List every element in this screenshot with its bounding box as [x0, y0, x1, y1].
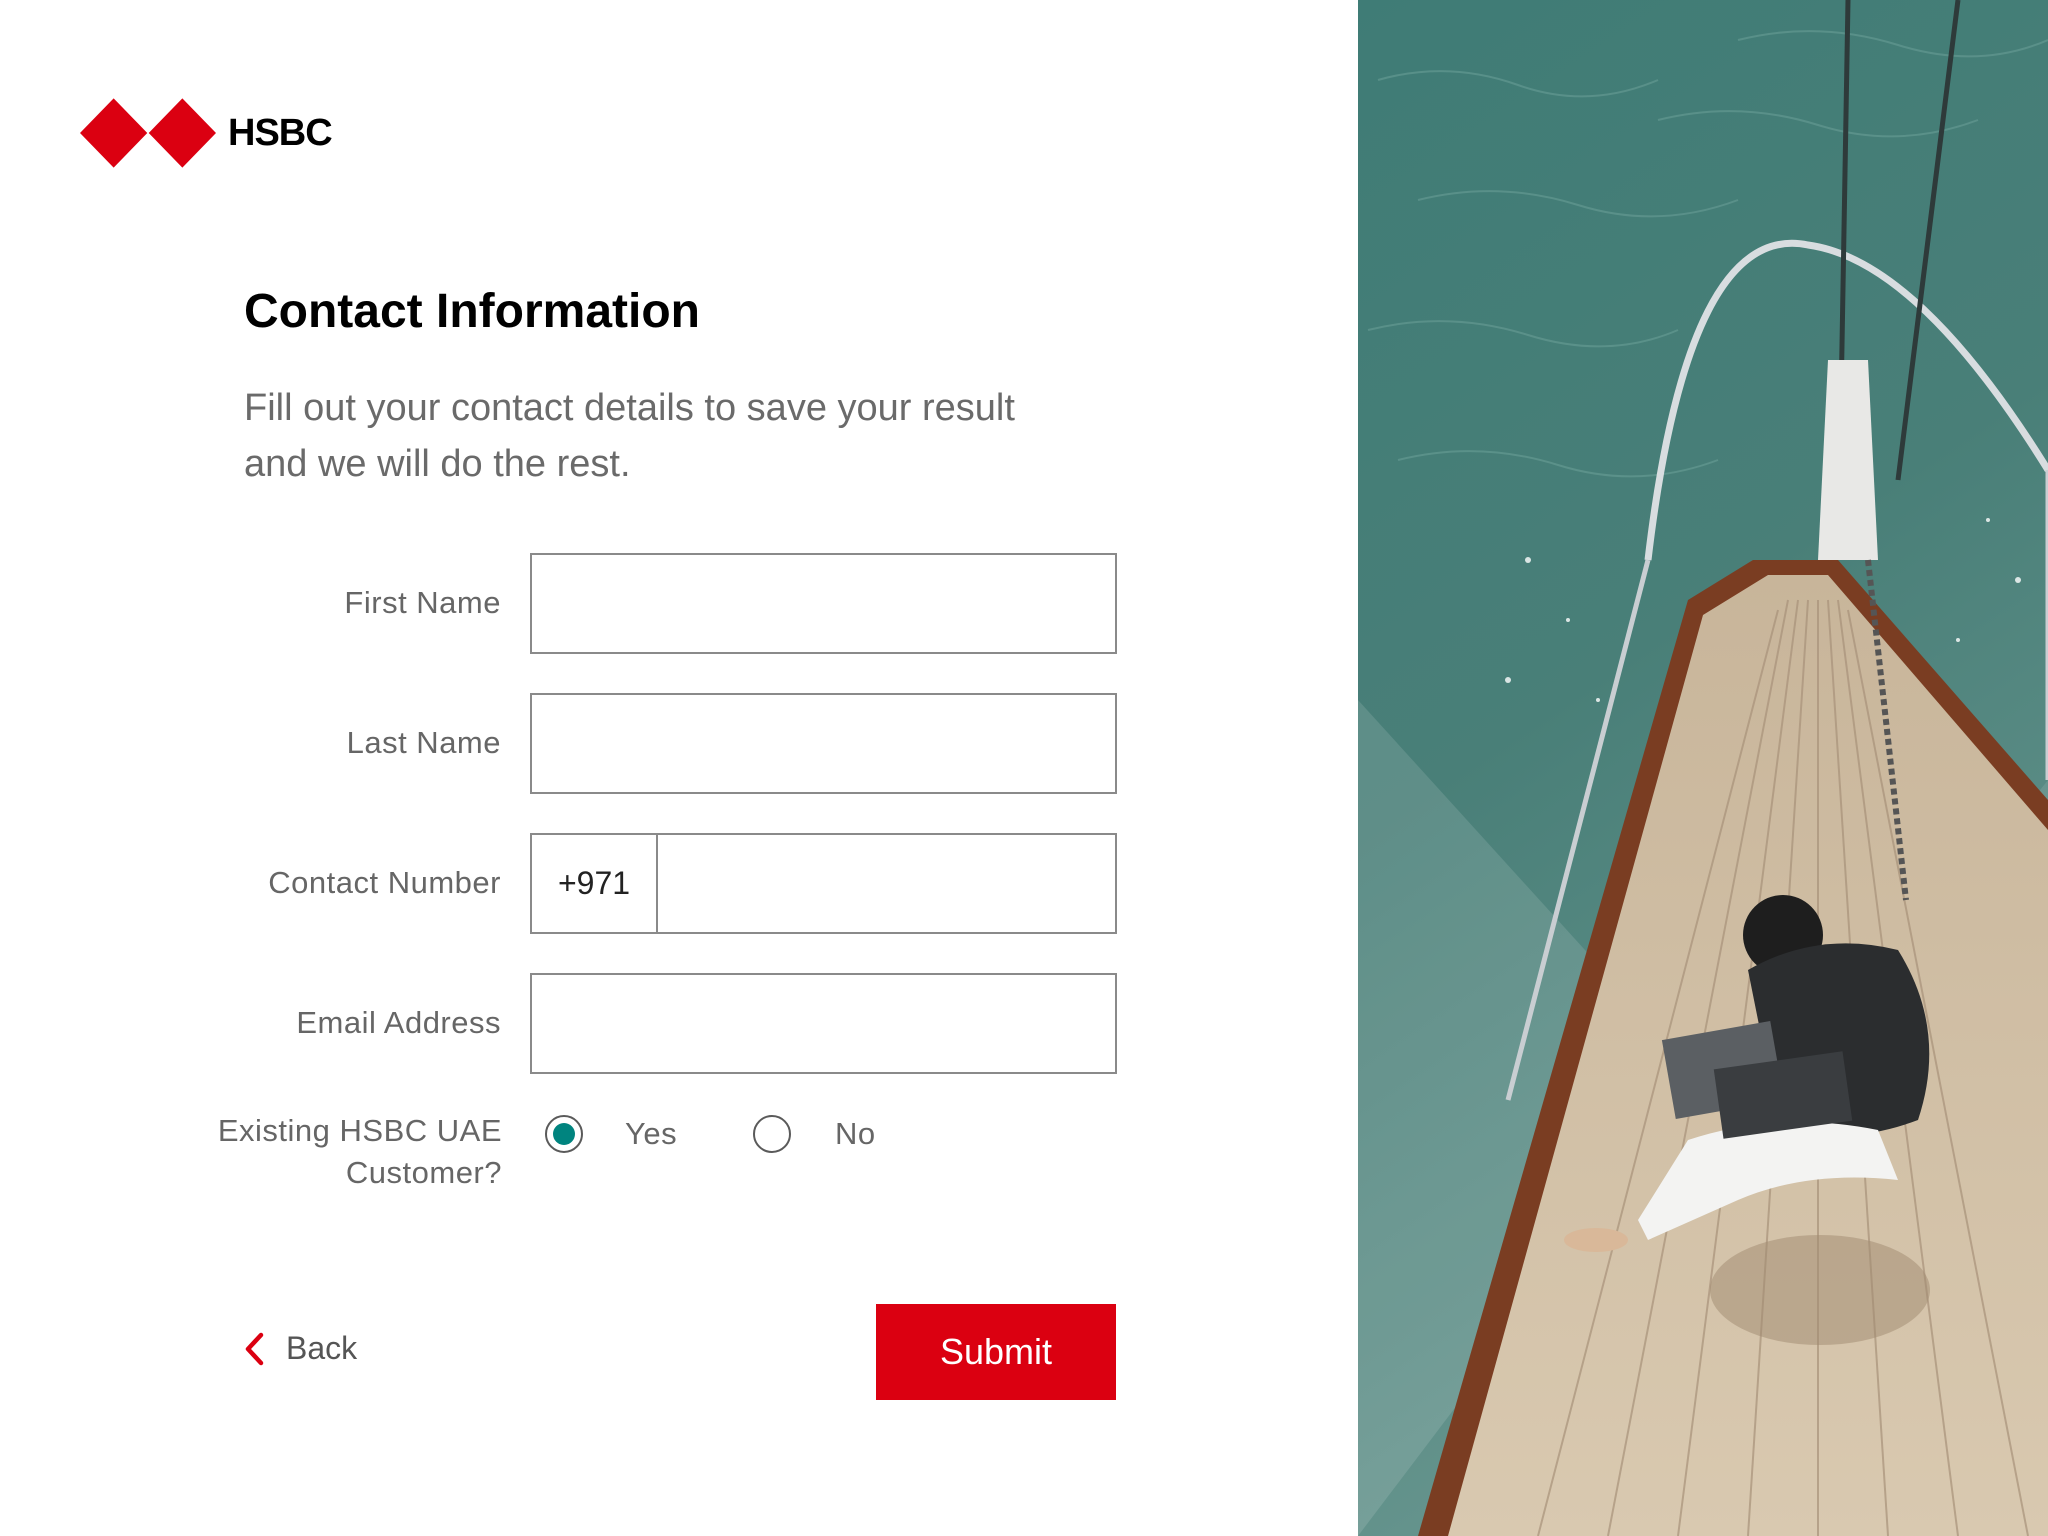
existing-customer-yes-label[interactable]: Yes	[625, 1116, 677, 1152]
existing-customer-label: Existing HSBC UAE Customer?	[217, 1113, 502, 1190]
back-link[interactable]: Back	[244, 1330, 357, 1367]
last-name-row: Last Name	[0, 693, 1200, 794]
contact-information-page: HSBC Contact Information Fill out your c…	[0, 0, 2048, 1536]
form-panel: HSBC Contact Information Fill out your c…	[0, 0, 1358, 1536]
back-label: Back	[286, 1330, 358, 1366]
hsbc-logo: HSBC	[80, 98, 333, 168]
existing-customer-yes-radio[interactable]	[545, 1115, 583, 1153]
email-row: Email Address	[0, 973, 1200, 1074]
hsbc-hexagon-icon	[80, 98, 216, 168]
contact-number-row: Contact Number +971	[0, 833, 1200, 934]
existing-customer-no-label[interactable]: No	[835, 1116, 876, 1152]
existing-customer-no-radio[interactable]	[753, 1115, 791, 1153]
chevron-left-icon	[245, 1332, 264, 1365]
first-name-label: First Name	[344, 585, 501, 620]
brand-name: HSBC	[228, 111, 333, 154]
country-code-prefix[interactable]: +971	[532, 835, 658, 932]
contact-number-field: +971	[530, 833, 1117, 934]
contact-number-label: Contact Number	[268, 865, 501, 900]
email-input[interactable]	[530, 973, 1117, 1074]
submit-button[interactable]: Submit	[876, 1304, 1116, 1400]
page-subtitle: Fill out your contact details to save yo…	[244, 387, 1015, 485]
last-name-input[interactable]	[530, 693, 1117, 794]
first-name-input[interactable]	[530, 553, 1117, 654]
sailboat-photo	[1358, 0, 2048, 1536]
last-name-label: Last Name	[346, 725, 501, 760]
first-name-row: First Name	[0, 553, 1200, 654]
contact-number-input[interactable]	[658, 835, 1115, 932]
email-label: Email Address	[296, 1005, 501, 1040]
page-title: Contact Information	[244, 285, 700, 338]
